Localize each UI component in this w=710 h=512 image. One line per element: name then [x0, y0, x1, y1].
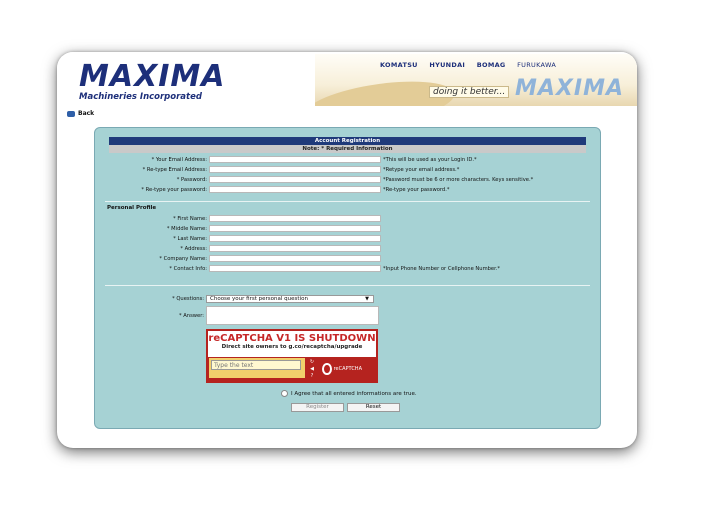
retype-password-hint: *Re-type your password.* [383, 187, 450, 193]
email-hint: *This will be used as your Login ID.* [383, 157, 477, 163]
last-name-input[interactable] [209, 235, 381, 242]
maxima-logo[interactable]: MAXIMA Machineries Incorporated [79, 59, 226, 103]
password-hint: *Password must be 6 or more characters. … [383, 177, 534, 183]
audio-icon[interactable]: ◀ [310, 366, 314, 372]
question-label: * Questions: [172, 296, 204, 302]
reset-button[interactable]: Reset [347, 403, 400, 412]
question-selected-value: Choose your first personal question [210, 296, 308, 302]
register-button[interactable]: Register [291, 403, 344, 412]
retype-password-input[interactable] [209, 186, 381, 193]
recaptcha-logo: reCAPTCHA [322, 360, 362, 377]
middle-name-input[interactable] [209, 225, 381, 232]
brand-bomag: BOMAG [476, 61, 506, 69]
help-icon[interactable]: ? [311, 373, 314, 379]
brand-banner: KOMATSU HYUNDAI BOMAG FURUKAWA doing it … [315, 54, 637, 106]
last-name-label: * Last Name: [173, 236, 207, 242]
back-arrow-icon [67, 110, 75, 117]
retype-email-input[interactable] [209, 166, 381, 173]
brand-list: KOMATSU HYUNDAI BOMAG FURUKAWA [380, 61, 565, 69]
retype-email-hint: *Retype your email address.* [383, 167, 460, 173]
email-label: * Your Email Address: [151, 157, 207, 163]
banner-logo: MAXIMA [515, 76, 624, 101]
address-input[interactable] [209, 245, 381, 252]
password-label: * Password: [176, 177, 207, 183]
captcha-icon-column: ↻ ◀ ? [308, 359, 316, 379]
captcha-subtitle: Direct site owners to g.co/recaptcha/upg… [221, 344, 363, 350]
middle-name-label: * Middle Name: [166, 226, 207, 232]
page-card: MAXIMA Machineries Incorporated KOMATSU … [57, 52, 637, 448]
form-title: Account Registration [109, 137, 586, 145]
captcha-input[interactable]: Type the text [211, 360, 301, 370]
back-link[interactable]: Back [67, 110, 94, 117]
refresh-icon[interactable]: ↻ [310, 359, 314, 365]
registration-panel: Account Registration Note: * Required In… [94, 127, 601, 429]
divider [105, 201, 590, 202]
recaptcha-ring-icon [322, 362, 332, 375]
company-name-input[interactable] [209, 255, 381, 262]
agree-checkbox[interactable] [281, 390, 288, 397]
required-note: Note: * Required Information [109, 145, 586, 153]
dropdown-arrow-icon: ▼ [365, 296, 369, 302]
password-input[interactable] [209, 176, 381, 183]
answer-textarea[interactable] [206, 306, 379, 325]
agree-label: I Agree that all entered informations ar… [291, 390, 417, 397]
address-label: * Address: [180, 246, 207, 252]
back-label: Back [78, 110, 95, 117]
retype-email-label: * Re-type Email Address: [142, 167, 207, 173]
logo-main-text: MAXIMA [79, 59, 226, 94]
captcha-image: reCAPTCHA V1 IS SHUTDOWN Direct site own… [208, 331, 376, 357]
contact-info-hint: *Input Phone Number or Cellphone Number.… [383, 266, 501, 272]
email-input[interactable] [209, 156, 381, 163]
first-name-label: * First Name: [173, 216, 207, 222]
first-name-input[interactable] [209, 215, 381, 222]
recaptcha-widget: reCAPTCHA V1 IS SHUTDOWN Direct site own… [206, 329, 378, 383]
brand-furukawa: FURUKAWA [517, 61, 557, 69]
captcha-controls: Type the text ↻ ◀ ? reCAPTCHA [208, 357, 376, 381]
personal-profile-heading: Personal Profile [107, 205, 157, 211]
agree-row: I Agree that all entered informations ar… [281, 390, 417, 397]
site-header: MAXIMA Machineries Incorporated KOMATSU … [57, 52, 637, 110]
captcha-title: reCAPTCHA V1 IS SHUTDOWN [208, 333, 376, 344]
question-select[interactable]: Choose your first personal question ▼ [206, 295, 374, 303]
contact-info-input[interactable] [209, 265, 381, 272]
tagline: doing it better... [429, 86, 510, 98]
brand-hyundai: HYUNDAI [429, 61, 466, 69]
contact-info-label: * Contact Info: [169, 266, 207, 272]
recaptcha-logo-text: reCAPTCHA [333, 365, 362, 372]
divider [105, 285, 590, 286]
retype-password-label: * Re-type your password: [141, 187, 207, 193]
brand-komatsu: KOMATSU [380, 61, 418, 69]
company-name-label: * Company Name: [159, 256, 207, 262]
answer-label: * Answer: [178, 313, 204, 319]
